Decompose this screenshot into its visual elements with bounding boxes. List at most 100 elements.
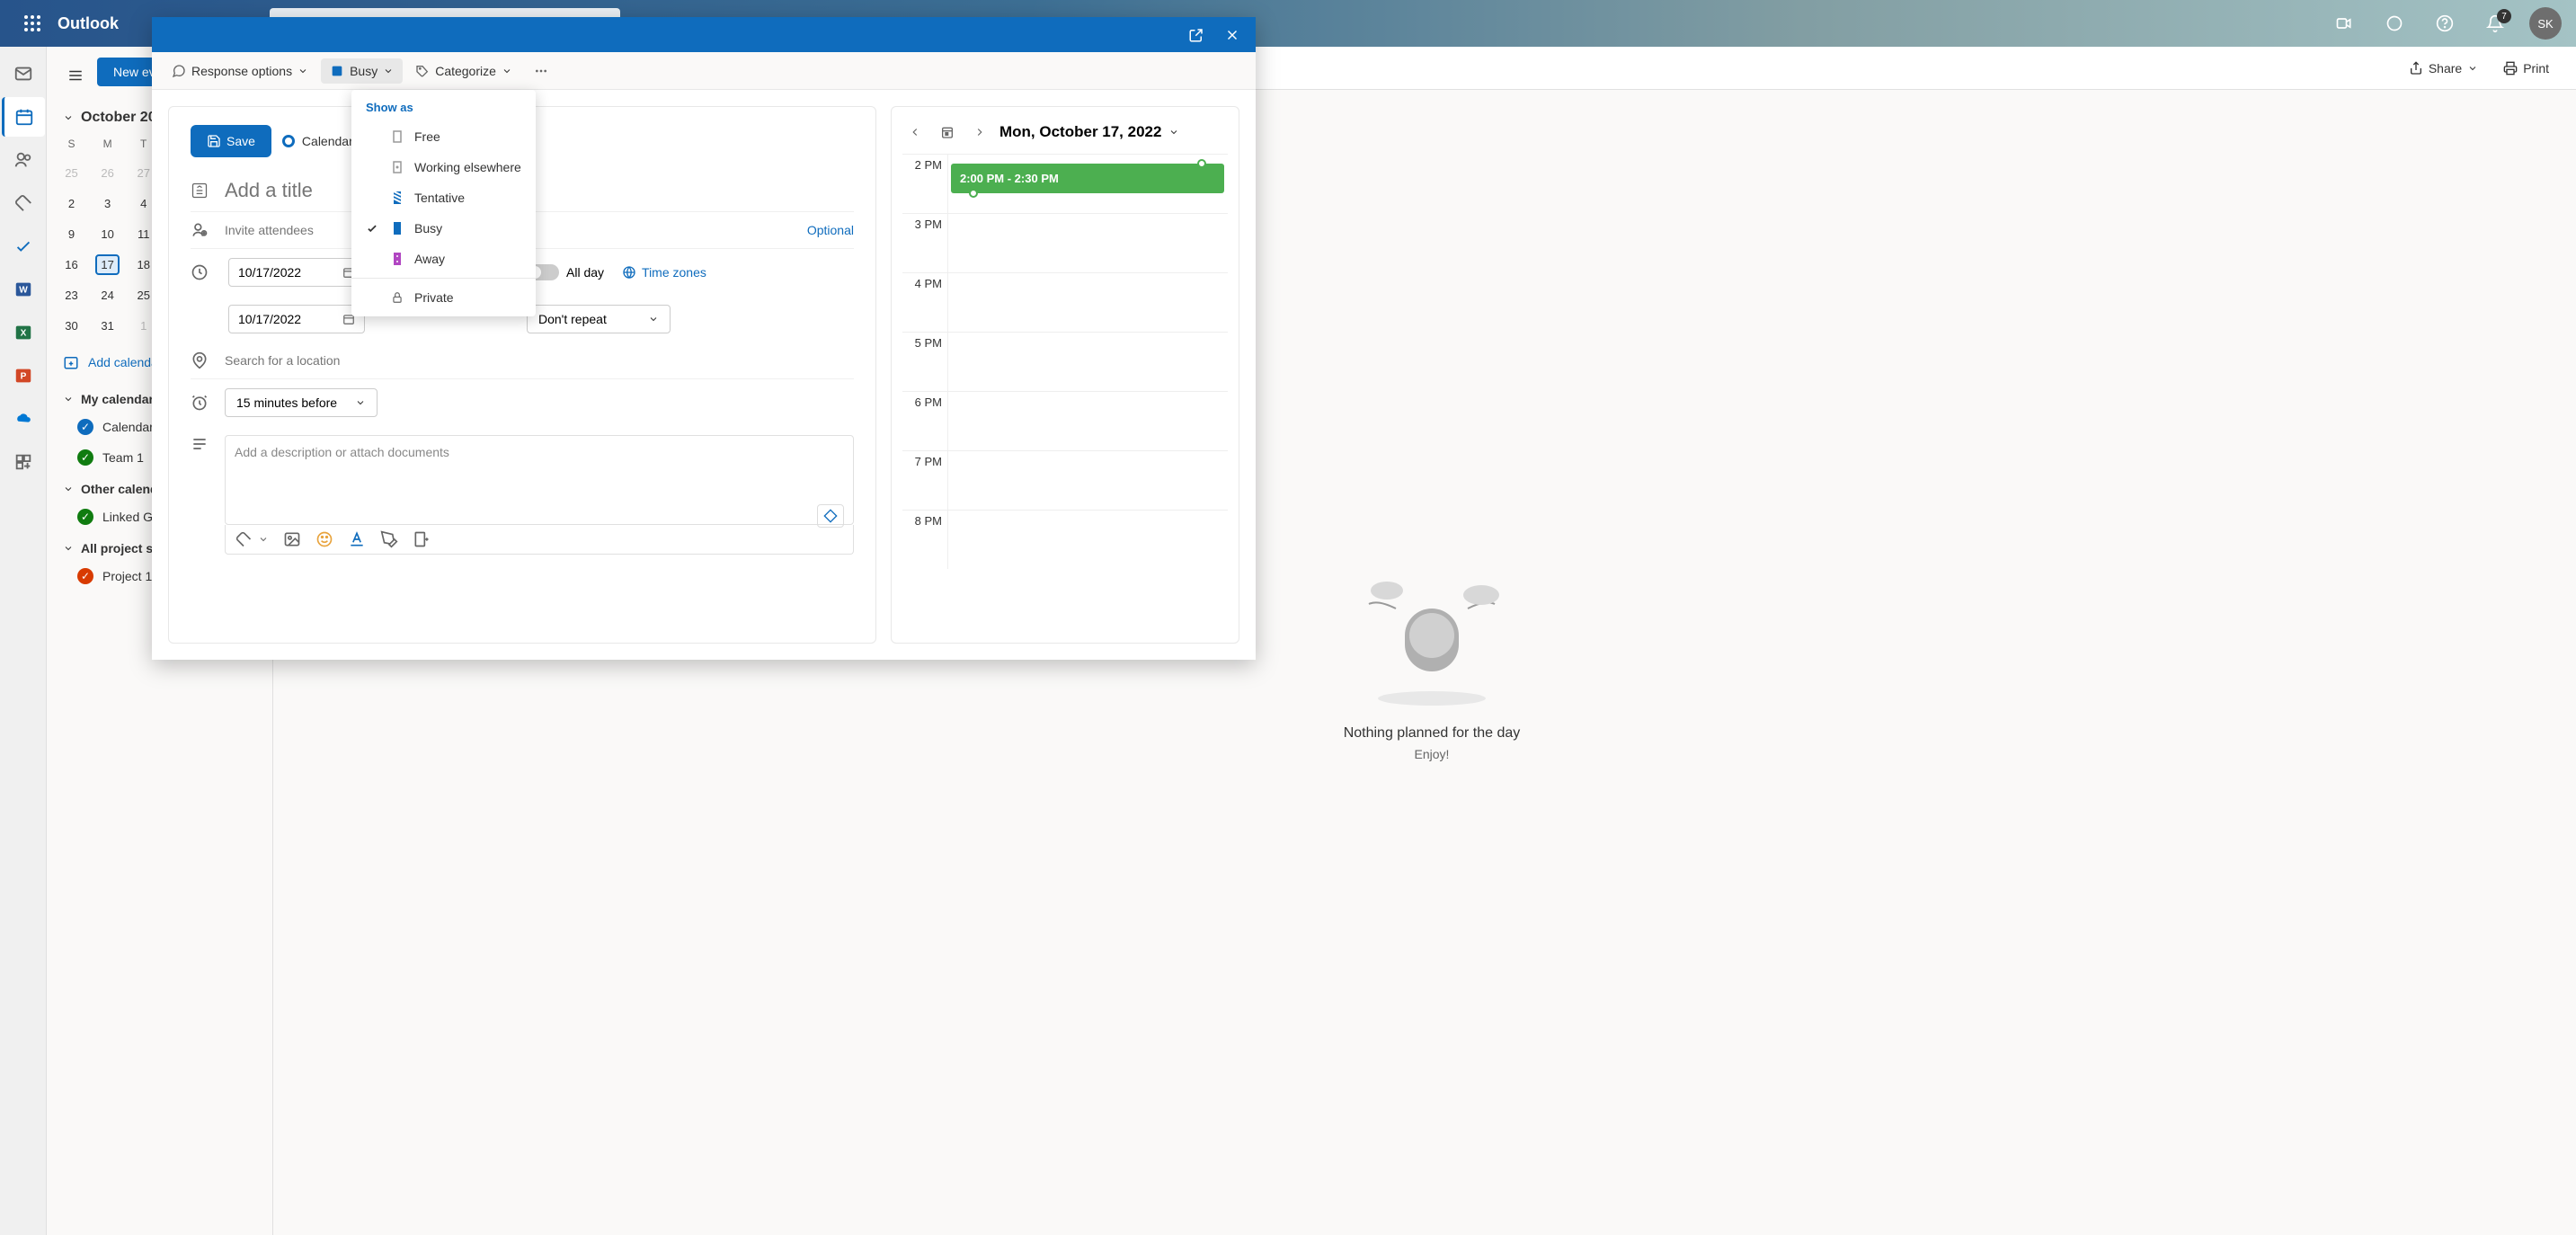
calendar-day[interactable]: 16: [59, 250, 84, 279]
calendar-day[interactable]: 30: [59, 311, 84, 340]
calendar-day[interactable]: 24: [85, 280, 129, 309]
share-button[interactable]: Share: [2400, 56, 2487, 81]
resize-handle-bottom[interactable]: [969, 189, 978, 198]
rail-onedrive[interactable]: [2, 399, 45, 439]
calendar-add-icon: [63, 354, 79, 370]
event-block[interactable]: 2:00 PM - 2:30 PM: [951, 164, 1224, 193]
description-toolbar: [225, 525, 854, 555]
chevron-down-icon[interactable]: [1168, 127, 1179, 138]
chevron-down-icon[interactable]: [258, 534, 269, 545]
busy-status-icon: [391, 222, 404, 235]
time-row[interactable]: 6 PM: [902, 391, 1228, 450]
location-input[interactable]: [225, 353, 854, 368]
dropdown-item-tentative[interactable]: Tentative: [351, 182, 536, 213]
day-status-button[interactable]: [2378, 7, 2411, 40]
calendar-day[interactable]: 23: [59, 280, 84, 309]
show-as-button[interactable]: Busy: [321, 58, 403, 84]
next-day-button[interactable]: [967, 120, 992, 145]
avatar[interactable]: SK: [2529, 7, 2562, 40]
print-button[interactable]: Print: [2494, 56, 2558, 81]
description-icon: [191, 435, 210, 453]
draw-button[interactable]: [380, 530, 398, 548]
dropdown-item-private[interactable]: Private: [351, 282, 536, 313]
rail-word[interactable]: W: [2, 270, 45, 309]
chevron-down-icon: [355, 397, 366, 408]
resize-handle-top[interactable]: [1197, 159, 1206, 168]
dropdown-item-away[interactable]: Away: [351, 244, 536, 274]
time-grid[interactable]: 2 PM3 PM4 PM5 PM6 PM7 PM8 PM 2:00 PM - 2…: [902, 154, 1228, 569]
calendar-checkbox[interactable]: ✓: [77, 568, 93, 584]
title-input[interactable]: [225, 179, 854, 202]
calendar-day[interactable]: 25: [59, 158, 84, 187]
calendar-day[interactable]: 10: [85, 219, 129, 248]
notifications-button[interactable]: 7: [2479, 7, 2511, 40]
rail-calendar[interactable]: [2, 97, 45, 137]
dropdown-item-free[interactable]: Free: [351, 121, 536, 152]
clock-icon: [191, 263, 210, 281]
day-title: Mon, October 17, 2022: [999, 123, 1161, 141]
repeat-select[interactable]: Don't repeat: [527, 305, 671, 333]
calendar-checkbox[interactable]: ✓: [77, 449, 93, 466]
calendar-day[interactable]: 17: [85, 250, 129, 279]
rail-files[interactable]: [2, 183, 45, 223]
time-label: 8 PM: [902, 511, 947, 569]
chevron-down-icon: [63, 484, 74, 494]
categorize-button[interactable]: Categorize: [406, 58, 521, 84]
app-launcher-button[interactable]: [14, 5, 50, 41]
rail-powerpoint[interactable]: P: [2, 356, 45, 395]
dropdown-item-elsewhere[interactable]: Working elsewhere: [351, 152, 536, 182]
calendar-day[interactable]: 9: [59, 219, 84, 248]
hamburger-button[interactable]: [58, 58, 93, 93]
calendar-day[interactable]: 2: [59, 189, 84, 218]
attach-button[interactable]: [235, 530, 253, 548]
close-button[interactable]: [1216, 19, 1248, 51]
insert-button[interactable]: [413, 530, 431, 548]
format-button[interactable]: [348, 530, 366, 548]
description-input[interactable]: Add a description or attach documents: [225, 435, 854, 525]
editor-hint-button[interactable]: [817, 504, 844, 528]
calendar-day[interactable]: 3: [85, 189, 129, 218]
popout-button[interactable]: [1180, 19, 1212, 51]
day-view-panel: Mon, October 17, 2022 2 PM3 PM4 PM5 PM6 …: [891, 106, 1239, 644]
today-button[interactable]: [935, 120, 960, 145]
calendar-checkbox[interactable]: ✓: [77, 509, 93, 525]
location-icon: [191, 351, 210, 369]
time-row[interactable]: 8 PM: [902, 510, 1228, 569]
time-row[interactable]: 5 PM: [902, 332, 1228, 391]
calendar-day[interactable]: 31: [85, 311, 129, 340]
time-label: 3 PM: [902, 214, 947, 272]
calendar-checkbox[interactable]: ✓: [77, 419, 93, 435]
rail-more-apps[interactable]: [2, 442, 45, 482]
more-options-button[interactable]: [525, 58, 557, 84]
time-row[interactable]: 4 PM: [902, 272, 1228, 332]
insert-image-button[interactable]: [283, 530, 301, 548]
weekday-header: S: [59, 131, 84, 156]
end-date-input[interactable]: 10/17/2022: [228, 305, 365, 333]
save-icon: [207, 134, 221, 148]
optional-link[interactable]: Optional: [807, 223, 854, 237]
help-button[interactable]: [2429, 7, 2461, 40]
calendar-day[interactable]: 26: [85, 158, 129, 187]
rail-todo[interactable]: [2, 227, 45, 266]
prev-day-button[interactable]: [902, 120, 928, 145]
response-options-button[interactable]: Response options: [163, 58, 317, 84]
dropdown-item-busy[interactable]: Busy: [351, 213, 536, 244]
start-date-input[interactable]: 10/17/2022: [228, 258, 365, 287]
title-icon[interactable]: [191, 182, 210, 200]
reminder-icon: [191, 394, 210, 412]
time-row[interactable]: 7 PM: [902, 450, 1228, 510]
save-button[interactable]: Save: [191, 125, 271, 157]
emoji-button[interactable]: [315, 530, 333, 548]
time-row[interactable]: 3 PM: [902, 213, 1228, 272]
all-day-toggle[interactable]: All day: [527, 264, 604, 280]
dropdown-divider: [351, 278, 536, 279]
rail-excel[interactable]: X: [2, 313, 45, 352]
teams-call-button[interactable]: [2328, 7, 2360, 40]
rail-people[interactable]: [2, 140, 45, 180]
empty-title: Nothing planned for the day: [1344, 725, 1521, 742]
rail-mail[interactable]: [2, 54, 45, 93]
reminder-select[interactable]: 15 minutes before: [225, 388, 378, 417]
chevron-down-icon: [63, 112, 74, 123]
time-zones-link[interactable]: Time zones: [622, 265, 706, 280]
tag-icon: [415, 64, 430, 78]
